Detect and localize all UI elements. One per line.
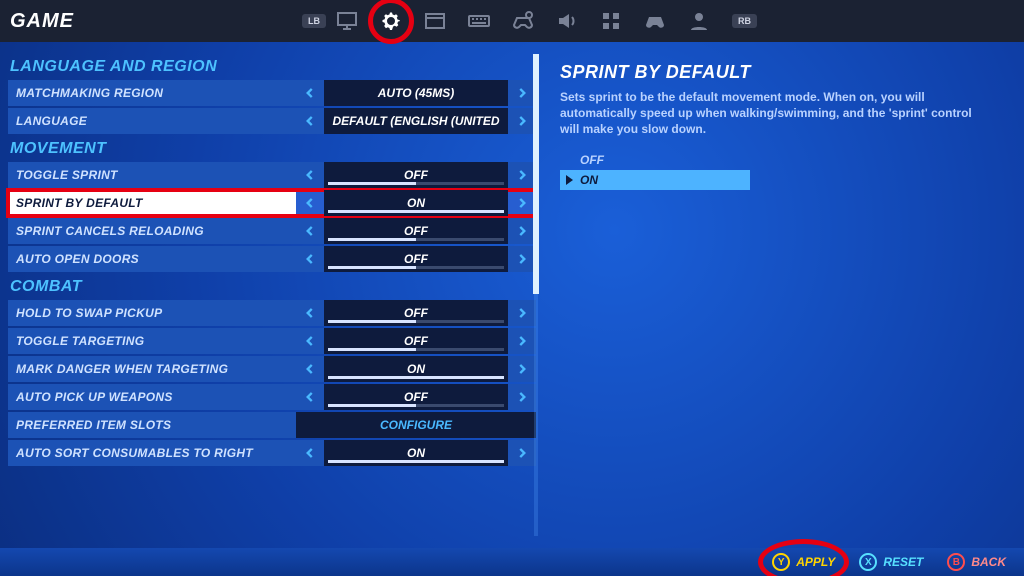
row-value: DEFAULT (ENGLISH (UNITED <box>324 108 508 134</box>
row-label: AUTO OPEN DOORS <box>8 246 296 272</box>
row-sprint-by-default[interactable]: SPRINT BY DEFAULT ON <box>8 190 536 216</box>
row-value: OFF <box>324 384 508 410</box>
apply-button[interactable]: Y APPLY <box>772 553 835 571</box>
row-label: MARK DANGER WHEN TARGETING <box>8 356 296 382</box>
chevron-left-icon[interactable] <box>296 218 324 244</box>
description-body: Sets sprint to be the default movement m… <box>560 89 990 138</box>
row-value: ON <box>324 440 508 466</box>
main-area: LANGUAGE AND REGION MATCHMAKING REGION A… <box>0 42 1024 548</box>
row-sprint-cancels-reloading[interactable]: SPRINT CANCELS RELOADING OFF <box>8 218 536 244</box>
apply-label: APPLY <box>796 555 835 569</box>
chevron-left-icon[interactable] <box>296 162 324 188</box>
chevron-right-icon[interactable] <box>508 384 536 410</box>
settings-list: LANGUAGE AND REGION MATCHMAKING REGION A… <box>0 42 540 548</box>
chevron-right-icon[interactable] <box>508 246 536 272</box>
window-icon[interactable] <box>422 8 448 34</box>
chevron-right-icon[interactable] <box>508 218 536 244</box>
row-toggle-sprint[interactable]: TOGGLE SPRINT OFF <box>8 162 536 188</box>
reset-label: RESET <box>883 555 923 569</box>
chevron-left-icon[interactable] <box>296 190 324 216</box>
x-button-icon: X <box>859 553 877 571</box>
row-auto-sort-consumables[interactable]: AUTO SORT CONSUMABLES TO RIGHT ON <box>8 440 536 466</box>
chevron-left-icon[interactable] <box>296 80 324 106</box>
chevron-left-icon[interactable] <box>296 440 324 466</box>
speaker-icon[interactable] <box>554 8 580 34</box>
section-combat: COMBAT <box>10 278 536 296</box>
row-label: AUTO PICK UP WEAPONS <box>8 384 296 410</box>
b-button-icon: B <box>947 553 965 571</box>
chevron-left-icon[interactable] <box>296 356 324 382</box>
configure-button[interactable]: CONFIGURE <box>296 412 536 438</box>
chevron-right-icon[interactable] <box>508 108 536 134</box>
row-label: HOLD TO SWAP PICKUP <box>8 300 296 326</box>
chevron-left-icon[interactable] <box>296 328 324 354</box>
chevron-left-icon[interactable] <box>296 108 324 134</box>
row-matchmaking-region[interactable]: MATCHMAKING REGION AUTO (45MS) <box>8 80 536 106</box>
row-toggle-targeting[interactable]: TOGGLE TARGETING OFF <box>8 328 536 354</box>
section-language-region: LANGUAGE AND REGION <box>10 58 536 76</box>
row-value: ON <box>324 356 508 382</box>
row-label: SPRINT BY DEFAULT <box>8 190 296 216</box>
row-value: OFF <box>324 218 508 244</box>
row-hold-to-swap-pickup[interactable]: HOLD TO SWAP PICKUP OFF <box>8 300 536 326</box>
monitor-icon[interactable] <box>334 8 360 34</box>
option-on: ON <box>560 170 750 190</box>
chevron-right-icon[interactable] <box>508 440 536 466</box>
bumper-right-badge[interactable]: RB <box>732 14 757 28</box>
back-label: BACK <box>971 555 1006 569</box>
option-off: OFF <box>560 150 750 170</box>
row-value: OFF <box>324 162 508 188</box>
row-value: OFF <box>324 300 508 326</box>
settings-tabstrip <box>334 8 712 34</box>
chevron-left-icon[interactable] <box>296 300 324 326</box>
chevron-right-icon[interactable] <box>508 80 536 106</box>
row-label: SPRINT CANCELS RELOADING <box>8 218 296 244</box>
person-icon[interactable] <box>686 8 712 34</box>
controller-gear-icon[interactable] <box>510 8 536 34</box>
row-auto-open-doors[interactable]: AUTO OPEN DOORS OFF <box>8 246 536 272</box>
top-bar: GAME LB <box>0 0 1024 42</box>
chevron-right-icon[interactable] <box>508 300 536 326</box>
row-value: OFF <box>324 328 508 354</box>
row-preferred-item-slots[interactable]: PREFERRED ITEM SLOTS CONFIGURE <box>8 412 536 438</box>
row-label: MATCHMAKING REGION <box>8 80 296 106</box>
row-auto-pick-up-weapons[interactable]: AUTO PICK UP WEAPONS OFF <box>8 384 536 410</box>
reset-button[interactable]: X RESET <box>859 553 923 571</box>
scrollbar[interactable] <box>534 54 538 536</box>
section-movement: MOVEMENT <box>10 140 536 158</box>
description-title: SPRINT BY DEFAULT <box>560 62 996 83</box>
row-label: LANGUAGE <box>8 108 296 134</box>
chevron-right-icon[interactable] <box>508 328 536 354</box>
chevron-right-icon[interactable] <box>508 190 536 216</box>
back-button[interactable]: B BACK <box>947 553 1006 571</box>
chevron-right-icon[interactable] <box>508 162 536 188</box>
keyboard-icon[interactable] <box>466 8 492 34</box>
bumper-left-badge[interactable]: LB <box>302 14 326 28</box>
gamepad-icon[interactable] <box>642 8 668 34</box>
row-value: OFF <box>324 246 508 272</box>
y-button-icon: Y <box>772 553 790 571</box>
row-label: TOGGLE TARGETING <box>8 328 296 354</box>
row-language[interactable]: LANGUAGE DEFAULT (ENGLISH (UNITED <box>8 108 536 134</box>
row-label: PREFERRED ITEM SLOTS <box>8 412 296 438</box>
chevron-left-icon[interactable] <box>296 246 324 272</box>
chevron-right-icon[interactable] <box>508 356 536 382</box>
row-label: AUTO SORT CONSUMABLES TO RIGHT <box>8 440 296 466</box>
row-value: AUTO (45MS) <box>324 80 508 106</box>
bottom-action-bar: Y APPLY X RESET B BACK <box>0 548 1024 576</box>
page-title: GAME <box>10 10 74 33</box>
row-mark-danger-targeting[interactable]: MARK DANGER WHEN TARGETING ON <box>8 356 536 382</box>
row-label: TOGGLE SPRINT <box>8 162 296 188</box>
swatches-icon[interactable] <box>598 8 624 34</box>
description-options: OFF ON <box>560 150 996 190</box>
chevron-left-icon[interactable] <box>296 384 324 410</box>
gear-icon[interactable] <box>378 8 404 34</box>
row-value: ON <box>324 190 508 216</box>
description-panel: SPRINT BY DEFAULT Sets sprint to be the … <box>540 42 1024 548</box>
